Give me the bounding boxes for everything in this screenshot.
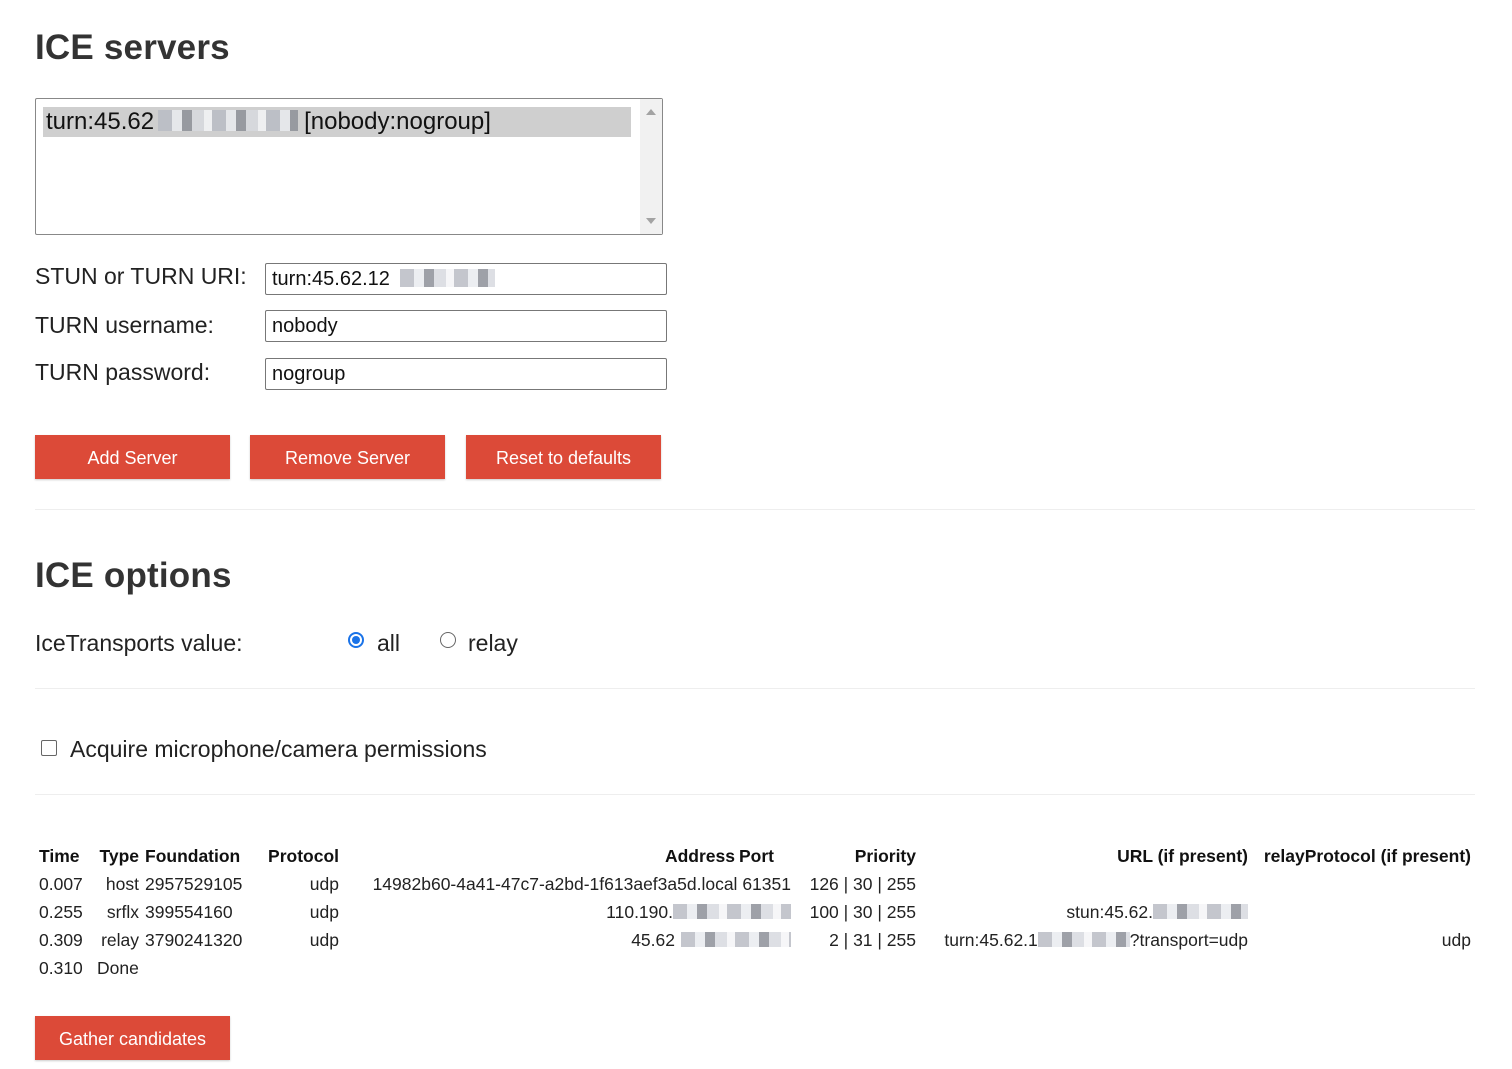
divider: [35, 509, 1475, 510]
header-relay-protocol: relayProtocol (if present): [1263, 845, 1471, 866]
header-url: URL (if present): [1117, 845, 1248, 866]
table-row-done: 0.310 Done: [35, 954, 1475, 982]
header-protocol: Protocol: [268, 845, 339, 866]
redacted-block: [673, 903, 791, 920]
scroll-down-icon[interactable]: [646, 218, 656, 224]
cell-url-text: turn:45.62.1: [944, 929, 1038, 950]
password-input[interactable]: nogroup: [265, 358, 667, 390]
cell-url: [920, 870, 1252, 898]
divider: [35, 688, 1475, 689]
cell-address-port: 45.62: [343, 926, 795, 954]
cell-foundation: 2957529105: [145, 873, 243, 894]
table-header: Time Type Foundation Protocol Address Po…: [35, 842, 1475, 870]
cell-address: 14982b60-4a41-47c7-a2bd-1f613aef3a5d.loc…: [372, 873, 738, 894]
server-uri: turn:45.62: [46, 108, 155, 135]
radio-all[interactable]: [348, 632, 364, 648]
cell-url: turn:45.62.1 ?transport=udp: [920, 926, 1252, 954]
server-option[interactable]: turn:45.62 [nobody:nogroup]: [43, 107, 631, 137]
header-type: Type: [99, 845, 139, 866]
ice-servers-list[interactable]: turn:45.62 [nobody:nogroup]: [35, 98, 663, 235]
cell-type: relay: [101, 929, 139, 950]
cell-port: 61351: [742, 873, 791, 894]
cell-priority: 100 | 30 | 255: [809, 901, 916, 922]
cell-time: 0.255: [39, 901, 83, 922]
cell-done: Done: [97, 957, 139, 978]
header-priority: Priority: [854, 845, 916, 866]
reset-defaults-button[interactable]: Reset to defaults: [466, 435, 661, 479]
table-row: 0.007 host 2957529105 udp 14982b60-4a41-…: [35, 870, 1475, 898]
cell-time: 0.309: [39, 929, 83, 950]
cell-url: stun:45.62.: [920, 898, 1252, 926]
header-port: Port: [739, 845, 774, 866]
cell-address: 45.62: [631, 929, 675, 950]
uri-value: turn:45.62.12: [272, 268, 390, 290]
cell-priority: 126 | 30 | 255: [809, 873, 916, 894]
ice-servers-title: ICE servers: [35, 28, 230, 67]
ice-options-title: ICE options: [35, 556, 232, 595]
header-address: Address: [664, 845, 735, 866]
cell-relay-protocol: udp: [1441, 929, 1471, 950]
permissions-checkbox[interactable]: [41, 740, 57, 756]
gather-candidates-button[interactable]: Gather candidates: [35, 1016, 230, 1060]
uri-label: STUN or TURN URI:: [35, 263, 247, 289]
header-foundation: Foundation: [145, 845, 241, 866]
header-time: Time: [39, 845, 80, 866]
cell-foundation: 399554160: [145, 901, 233, 922]
username-input[interactable]: nobody: [265, 310, 667, 342]
radio-relay-label[interactable]: relay: [468, 630, 518, 657]
cell-relay-protocol: [1252, 898, 1475, 926]
cell-relay-protocol: [1252, 870, 1475, 898]
cell-url-suffix: ?transport=udp: [1129, 929, 1248, 950]
redacted-block: [1037, 931, 1130, 948]
redacted-block: [1153, 903, 1248, 920]
cell-foundation: 3790241320: [145, 929, 243, 950]
cell-address: 110.190.: [606, 901, 673, 922]
redacted-block: [399, 269, 495, 287]
server-credentials: [nobody:nogroup]: [304, 108, 491, 135]
username-label: TURN username:: [35, 312, 214, 338]
cell-time: 0.007: [39, 873, 83, 894]
radio-relay[interactable]: [440, 632, 456, 648]
cell-type: srflx: [106, 901, 139, 922]
candidates-table: Time Type Foundation Protocol Address Po…: [35, 842, 1475, 982]
scroll-up-icon[interactable]: [646, 109, 656, 115]
redacted-block: [681, 931, 791, 948]
add-server-button[interactable]: Add Server: [35, 435, 230, 479]
list-scrollbar[interactable]: [640, 99, 662, 234]
table-row: 0.255 srflx 399554160 udp 110.190. 100 |…: [35, 898, 1475, 926]
cell-protocol: udp: [309, 929, 339, 950]
uri-input[interactable]: turn:45.62.12: [265, 263, 667, 295]
redacted-block: [158, 109, 299, 132]
table-row: 0.309 relay 3790241320 udp 45.62 2 | 31 …: [35, 926, 1475, 954]
cell-priority: 2 | 31 | 255: [829, 929, 916, 950]
cell-time: 0.310: [39, 957, 83, 978]
cell-address-port: 110.190.: [343, 898, 795, 926]
cell-protocol: udp: [309, 873, 339, 894]
divider: [35, 794, 1475, 795]
cell-url-text: stun:45.62.: [1066, 901, 1153, 922]
remove-server-button[interactable]: Remove Server: [250, 435, 445, 479]
cell-protocol: udp: [309, 901, 339, 922]
permissions-label[interactable]: Acquire microphone/camera permissions: [70, 736, 487, 763]
password-label: TURN password:: [35, 359, 211, 385]
radio-all-label[interactable]: all: [377, 630, 400, 657]
cell-address-port: 14982b60-4a41-47c7-a2bd-1f613aef3a5d.loc…: [343, 870, 795, 898]
ice-transports-label: IceTransports value:: [35, 630, 243, 656]
cell-type: host: [105, 873, 139, 894]
